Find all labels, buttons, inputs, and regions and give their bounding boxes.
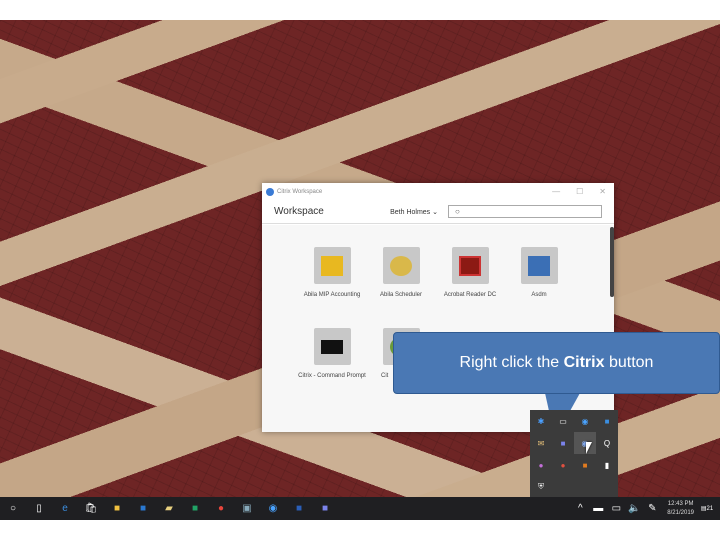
teams-icon[interactable]: ■ [312,497,338,520]
chevron-down-icon: ⌄ [432,208,438,216]
instruction-callout: Right click the Citrix button [393,332,720,394]
app-label: Abila MIP Accounting [303,292,361,298]
callout-bold: Citrix [563,354,605,371]
acrobat-icon [459,255,481,276]
callout-text-end: button [604,354,654,371]
excel-icon[interactable]: ■ [182,497,208,520]
notes-icon[interactable]: ▰ [156,497,182,520]
title-bar: Citrix Workspace — ☐ ✕ [262,183,614,200]
app-abila-scheduler[interactable]: Abila Scheduler [366,247,436,299]
scrollbar[interactable] [610,227,614,297]
edge-icon[interactable]: e [52,497,78,520]
java-icon[interactable]: ■ [574,454,596,476]
onenote-icon[interactable]: ● [530,454,552,476]
app-asdm[interactable]: Asdm [504,247,574,299]
citrix-receiver-icon[interactable]: ◉ [260,497,286,520]
app-label: Acrobat Reader DC [443,292,497,298]
cortana-icon[interactable]: ○ [0,497,26,520]
app-label: Citrix - Command Prompt [298,373,366,379]
user-menu[interactable]: Beth Holmes ⌄ [390,208,438,216]
notifications-button[interactable]: ▤ 21 [694,497,720,520]
app-citrix-command-prompt[interactable]: Citrix - Command Prompt [297,328,367,380]
command-prompt-icon [321,339,343,354]
volume-icon[interactable]: 🔈 [625,497,643,520]
minimize-button[interactable]: — [552,187,560,196]
abila-mip-icon [321,255,343,276]
window-title: Citrix Workspace [277,188,323,195]
security-icon[interactable]: ⛨ [530,476,552,498]
network-status-icon[interactable]: ▭ [607,497,625,520]
close-button[interactable]: ✕ [599,187,606,196]
asdm-icon [528,255,550,276]
time: 12:43 PM [667,500,694,507]
callout-text: Right click the [459,354,564,371]
usb-icon[interactable]: ▭ [552,410,574,432]
battery-icon[interactable]: ▬ [589,497,607,520]
search-input[interactable]: ○ [448,205,602,218]
taskbar: ○ ▯ e 🛍 ■ ■ ▰ ■ ● ▣ ◉ ■ ■ ^ ▬ ▭ 🔈 ✎ 12:4… [0,497,720,520]
maximize-button[interactable]: ☐ [576,187,583,196]
clock[interactable]: 12:43 PM 8/21/2019 [667,500,694,518]
date: 8/21/2019 [667,509,694,516]
file-explorer-icon[interactable]: ■ [104,497,130,520]
app-abila-mip[interactable]: Abila MIP Accounting [297,247,367,299]
outlook-icon[interactable]: ■ [596,410,618,432]
page-title: Workspace [274,206,324,217]
bluetooth-icon[interactable]: ✱ [530,410,552,432]
task-view-icon[interactable]: ▯ [26,497,52,520]
outlook-icon[interactable]: ■ [130,497,156,520]
app-label: Asdm [531,292,547,298]
system-tray-overflow: ✱ ▭ ◉ ■ ✉ ■ ◉ Q ● ● ■ ▮ ⛨ [530,410,618,497]
usb-drive-icon[interactable]: ▮ [596,454,618,476]
workspace-header: Workspace Beth Holmes ⌄ ○ [262,200,614,224]
store-icon[interactable]: 🛍 [78,497,104,520]
user-name: Beth Holmes [390,208,431,216]
teams-icon[interactable]: ■ [552,432,574,454]
teamviewer-icon[interactable]: ◉ [574,410,596,432]
citrix-logo-icon [266,187,274,196]
pen-icon[interactable]: ✎ [643,497,661,520]
show-hidden-icons-button[interactable]: ^ [571,497,589,520]
citrix-icon[interactable]: ◉ [574,432,596,454]
network-icon[interactable]: ▣ [234,497,260,520]
app-label: Abila Scheduler [379,292,423,298]
mail-icon[interactable]: ✉ [530,432,552,454]
search-icon: ○ [455,207,460,216]
word-icon[interactable]: ■ [286,497,312,520]
search-icon[interactable]: Q [596,432,618,454]
app-acrobat-reader[interactable]: Acrobat Reader DC [435,247,505,299]
notification-count: 21 [706,505,714,512]
abila-scheduler-icon [390,255,412,276]
chrome-icon[interactable]: ● [208,497,234,520]
mouse-cursor-icon [586,442,592,454]
cloud-sync-icon[interactable]: ● [552,454,574,476]
